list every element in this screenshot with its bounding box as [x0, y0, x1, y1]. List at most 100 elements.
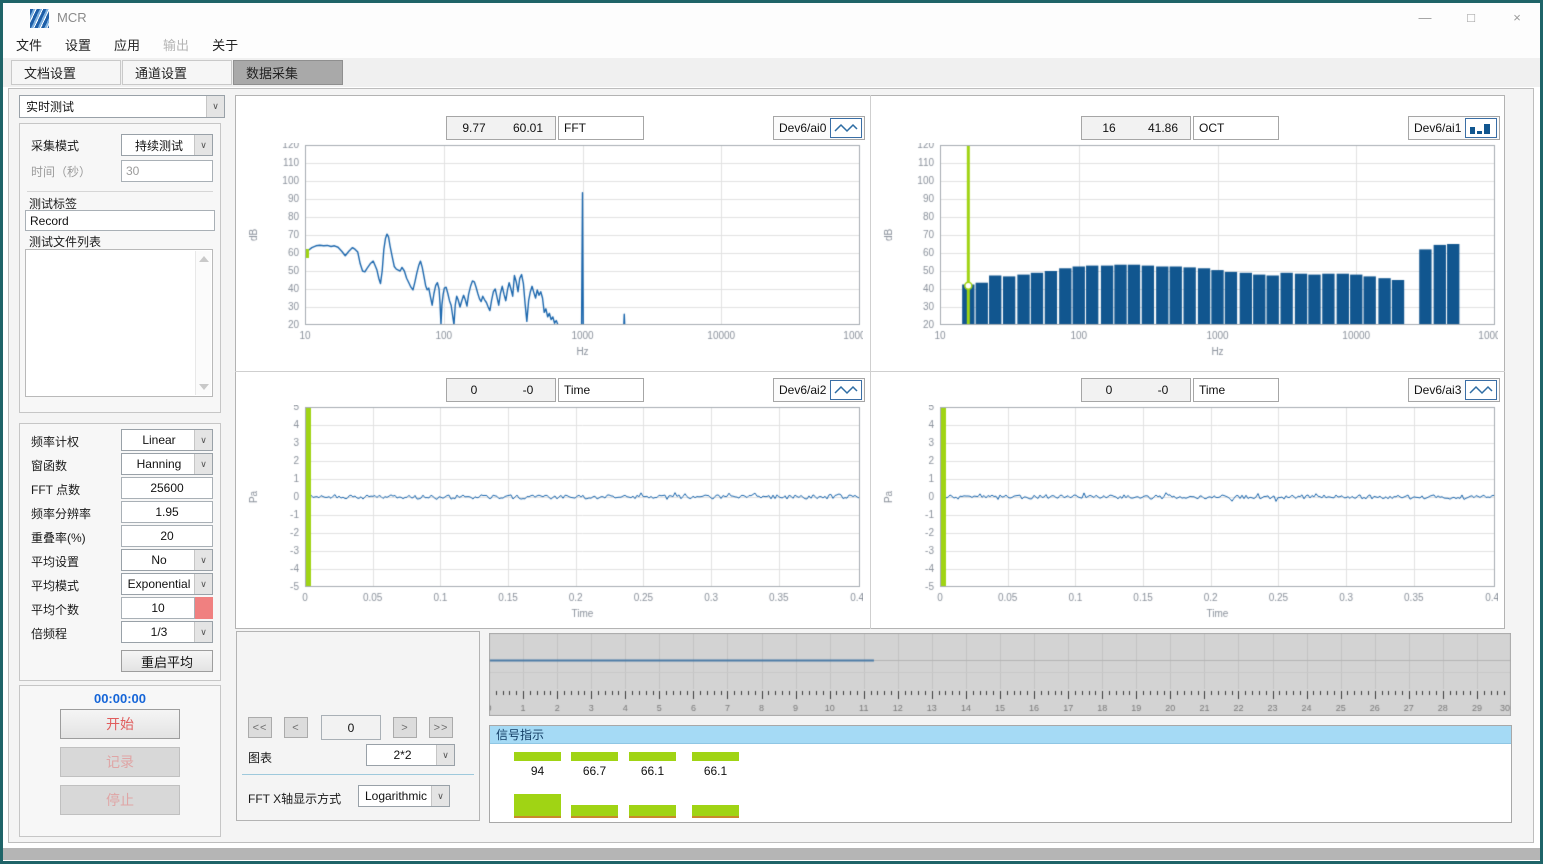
chevron-down-icon[interactable]: ∨ — [194, 622, 212, 642]
cursor-readout: 0-0 — [1081, 378, 1191, 402]
channel-selector[interactable]: Dev6/ai1 — [1408, 116, 1500, 140]
signal-level-value: 94 — [514, 764, 561, 778]
minimize-button[interactable]: — — [1402, 3, 1448, 33]
chevron-down-icon[interactable]: ∨ — [431, 786, 449, 806]
alert-flag — [195, 597, 213, 619]
divider — [27, 191, 213, 192]
app-logo-icon — [30, 9, 49, 28]
page-next-button[interactable]: > — [393, 717, 417, 738]
stop-button: 停止 — [60, 785, 180, 815]
param-select[interactable]: Exponential∨ — [121, 573, 213, 595]
plot-Dev6/ai2[interactable] — [243, 405, 863, 625]
chart-name-box[interactable]: FFT — [558, 116, 644, 140]
tab-2[interactable]: 通道设置 — [122, 60, 232, 85]
param-field[interactable]: 25600 — [121, 477, 213, 499]
chart-layout-select[interactable]: 2*2 ∨ — [366, 744, 455, 766]
fft-xaxis-select[interactable]: Logarithmic ∨ — [358, 785, 450, 807]
chevron-down-icon[interactable]: ∨ — [194, 550, 212, 570]
divider — [242, 774, 474, 775]
page-number-field[interactable]: 0 — [321, 715, 381, 740]
plot-Dev6/ai1[interactable] — [878, 143, 1498, 363]
scroll-down-icon[interactable] — [199, 384, 209, 390]
start-button[interactable]: 开始 — [60, 709, 180, 739]
tab-1[interactable]: 文档设置 — [11, 60, 121, 85]
restart-average-button[interactable]: 重启平均 — [121, 650, 213, 672]
readout-y: 60.01 — [501, 121, 555, 135]
timeline-ruler[interactable] — [489, 633, 1511, 716]
param-label: 重叠率(%) — [31, 529, 86, 546]
signal-level-value: 66.1 — [692, 764, 739, 778]
chart-panel-time-Dev6/ai2: 0-0Time Dev6/ai2 — [236, 369, 868, 629]
param-value: Hanning — [124, 454, 194, 474]
param-select[interactable]: Linear∨ — [121, 429, 213, 451]
param-select[interactable]: 1/3∨ — [121, 621, 213, 643]
channel-selector[interactable]: Dev6/ai3 — [1408, 378, 1500, 402]
test-tag-field[interactable]: Record — [25, 210, 215, 231]
param-field[interactable]: 10 — [121, 597, 195, 619]
close-button[interactable]: × — [1494, 3, 1540, 33]
cursor-readout: 0-0 — [446, 378, 556, 402]
readout-y: -0 — [501, 383, 555, 397]
chart-name-box[interactable]: Time — [1193, 378, 1279, 402]
param-row: 平均模式 Exponential∨ — [19, 572, 221, 596]
tab-3[interactable]: 数据采集 — [233, 60, 343, 85]
param-row: FFT 点数 25600 — [19, 476, 221, 500]
test-file-list[interactable] — [25, 249, 213, 397]
chart-panel-time-Dev6/ai3: 0-0Time Dev6/ai3 — [871, 369, 1503, 629]
chevron-down-icon[interactable]: ∨ — [206, 96, 224, 117]
chart-name-box[interactable]: Time — [558, 378, 644, 402]
channel-selector[interactable]: Dev6/ai0 — [773, 116, 865, 140]
bar-chart-icon — [1465, 118, 1497, 138]
chevron-down-icon[interactable]: ∨ — [194, 430, 212, 450]
param-label: FFT 点数 — [31, 481, 80, 498]
test-mode-select[interactable]: 实时测试 ∨ — [19, 95, 225, 118]
menu-item[interactable]: 关于 — [212, 33, 238, 58]
plot-Dev6/ai3[interactable] — [878, 405, 1498, 625]
menu-item: 输出 — [163, 33, 189, 58]
signal-level-bar — [571, 805, 618, 818]
page-last-button[interactable]: >> — [429, 717, 453, 738]
param-select[interactable]: Hanning∨ — [121, 453, 213, 475]
title-bar: MCR — □ × — [3, 3, 1540, 33]
scroll-up-icon[interactable] — [199, 256, 209, 262]
chart-name-box[interactable]: OCT — [1193, 116, 1279, 140]
signal-level-bar — [514, 794, 561, 818]
file-list-label: 测试文件列表 — [29, 233, 101, 250]
acq-mode-select[interactable]: 持续测试 ∨ — [121, 134, 213, 156]
menu-item[interactable]: 应用 — [114, 33, 140, 58]
cursor-readout: 1641.86 — [1081, 116, 1191, 140]
record-button: 记录 — [60, 747, 180, 777]
param-label: 平均模式 — [31, 577, 79, 594]
scrollbar[interactable] — [195, 251, 211, 395]
chevron-down-icon[interactable]: ∨ — [194, 135, 212, 155]
readout-x: 0 — [447, 383, 501, 397]
param-label: 平均设置 — [31, 553, 79, 570]
time-seconds-field: 30 — [121, 160, 213, 182]
channel-name: Dev6/ai2 — [774, 383, 830, 397]
waveform-icon — [1465, 380, 1497, 400]
channel-name: Dev6/ai3 — [1409, 383, 1465, 397]
param-row: 倍频程1/3∨ — [19, 620, 221, 644]
signal-indicator-panel: 信号指示 9466.766.166.1 — [489, 725, 1512, 823]
signal-indicator-header: 信号指示 — [490, 726, 1511, 744]
menu-item[interactable]: 文件 — [16, 33, 42, 58]
param-field[interactable]: 20 — [121, 525, 213, 547]
page-first-button[interactable]: << — [248, 717, 272, 738]
fft-xaxis-label: FFT X轴显示方式 — [248, 790, 341, 807]
signal-level-bar — [692, 805, 739, 818]
param-field[interactable]: 1.95 — [121, 501, 213, 523]
menu-item[interactable]: 设置 — [65, 33, 91, 58]
page-prev-button[interactable]: < — [284, 717, 308, 738]
channel-selector[interactable]: Dev6/ai2 — [773, 378, 865, 402]
chevron-down-icon[interactable]: ∨ — [194, 574, 212, 594]
plot-Dev6/ai0[interactable] — [243, 143, 863, 363]
param-select[interactable]: No∨ — [121, 549, 213, 571]
elapsed-timer: 00:00:00 — [19, 691, 221, 706]
maximize-button[interactable]: □ — [1448, 3, 1494, 33]
chevron-down-icon[interactable]: ∨ — [436, 745, 454, 765]
chevron-down-icon[interactable]: ∨ — [194, 454, 212, 474]
param-label: 窗函数 — [31, 457, 67, 474]
readout-x: 16 — [1082, 121, 1136, 135]
param-value: 1/3 — [124, 622, 194, 642]
menu-bar: 文件设置应用输出关于 — [3, 33, 1540, 59]
